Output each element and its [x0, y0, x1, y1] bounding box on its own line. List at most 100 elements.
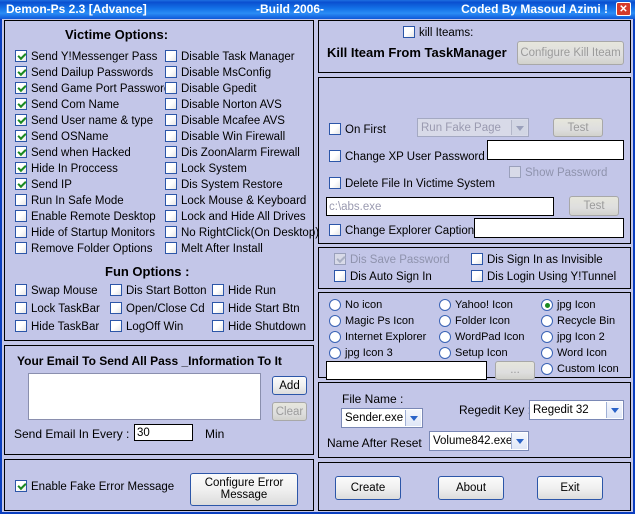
checkbox-box[interactable] — [212, 302, 224, 314]
radio-circle[interactable] — [541, 315, 553, 327]
radio-circle[interactable] — [439, 299, 451, 311]
checkbox-box[interactable] — [165, 50, 177, 62]
radio-recycle-bin[interactable]: Recycle Bin — [541, 315, 615, 330]
checkbox-box[interactable] — [15, 82, 27, 94]
checkbox-box[interactable] — [329, 150, 341, 162]
file-name-select[interactable]: Sender.exe — [341, 408, 423, 428]
radio-jpg-icon-2[interactable]: jpg Icon 2 — [541, 331, 605, 346]
checkbox-box[interactable] — [165, 194, 177, 206]
about-button[interactable]: About — [438, 476, 504, 500]
checkbox-box[interactable] — [212, 320, 224, 332]
checkbox-box[interactable] — [509, 166, 521, 178]
checkbox-swap-mouse[interactable]: Swap Mouse — [15, 284, 97, 299]
checkbox-box[interactable] — [471, 253, 483, 265]
checkbox-box[interactable] — [165, 162, 177, 174]
checkbox-box[interactable] — [15, 178, 27, 190]
checkbox-disable-norton-avs[interactable]: Disable Norton AVS — [165, 98, 282, 113]
radio-circle[interactable] — [329, 315, 341, 327]
checkbox-hide-start-btn[interactable]: Hide Start Btn — [212, 302, 300, 317]
radio-circle[interactable] — [541, 347, 553, 359]
checkbox-box[interactable] — [165, 210, 177, 222]
send-interval-input[interactable]: 30 — [134, 424, 193, 441]
checkbox-box[interactable] — [110, 302, 122, 314]
clear-email-button[interactable]: Clear — [272, 402, 307, 421]
checkbox-box[interactable] — [212, 284, 224, 296]
chevron-down-icon[interactable] — [405, 410, 421, 426]
email-list-input[interactable] — [28, 373, 261, 420]
checkbox-box[interactable] — [15, 242, 27, 254]
checkbox-hide-shutdown[interactable]: Hide Shutdown — [212, 320, 306, 335]
checkbox-disable-mcafee-avs[interactable]: Disable Mcafee AVS — [165, 114, 285, 129]
checkbox-box[interactable] — [15, 302, 27, 314]
checkbox-box[interactable] — [15, 284, 27, 296]
radio-wordpad-icon[interactable]: WordPad Icon — [439, 331, 525, 346]
radio-no-icon[interactable]: No icon — [329, 299, 382, 314]
checkbox-delete-file-in-victime-system[interactable]: Delete File In Victime System — [329, 177, 495, 192]
configure-error-message-button[interactable]: Configure Error Message — [190, 473, 298, 506]
checkbox-hide-run[interactable]: Hide Run — [212, 284, 276, 299]
checkbox-box[interactable] — [15, 210, 27, 222]
checkbox-run-in-safe-mode[interactable]: Run In Safe Mode — [15, 194, 124, 209]
checkbox-disable-task-manager[interactable]: Disable Task Manager — [165, 50, 295, 65]
checkbox-disable-gpedit[interactable]: Disable Gpedit — [165, 82, 256, 97]
checkbox-send-game-port-password[interactable]: Send Game Port Password — [15, 82, 170, 97]
checkbox-send-com-name[interactable]: Send Com Name — [15, 98, 119, 113]
checkbox-send-ip[interactable]: Send IP — [15, 178, 72, 193]
radio-internet-explorer[interactable]: Internet Explorer — [329, 331, 426, 346]
checkbox-dis-login-using-ytunnel[interactable]: Dis Login Using Y!Tunnel — [471, 270, 616, 285]
checkbox-dis-auto-sign-in[interactable]: Dis Auto Sign In — [334, 270, 432, 285]
radio-circle[interactable] — [329, 331, 341, 343]
explorer-caption-input[interactable] — [474, 218, 624, 238]
checkbox-box[interactable] — [329, 224, 341, 236]
checkbox-open-close-cd[interactable]: Open/Close Cd — [110, 302, 205, 317]
checkbox-dis-save-password[interactable]: Dis Save Password — [334, 253, 450, 268]
checkbox-kill-iteams[interactable]: kill Iteams: — [403, 26, 473, 41]
radio-jpg-icon-3[interactable]: jpg Icon 3 — [329, 347, 393, 362]
radio-circle[interactable] — [329, 299, 341, 311]
checkbox-box[interactable] — [15, 98, 27, 110]
checkbox-box[interactable] — [165, 226, 177, 238]
xp-password-input[interactable] — [487, 140, 624, 160]
checkbox-box[interactable] — [15, 226, 27, 238]
checkbox-logoff-win[interactable]: LogOff Win — [110, 320, 183, 335]
checkbox-enable-remote-desktop[interactable]: Enable Remote Desktop — [15, 210, 156, 225]
checkbox-box[interactable] — [165, 146, 177, 158]
add-email-button[interactable]: Add — [272, 376, 307, 395]
checkbox-box[interactable] — [165, 98, 177, 110]
checkbox-dis-start-botton[interactable]: Dis Start Botton — [110, 284, 207, 299]
checkbox-dis-sign-in-as-invisible[interactable]: Dis Sign In as Invisible — [471, 253, 603, 268]
fake-page-select[interactable]: Run Fake Page — [417, 118, 529, 137]
custom-icon-path-input[interactable] — [326, 361, 487, 380]
checkbox-send-dailup-passwords[interactable]: Send Dailup Passwords — [15, 66, 153, 81]
checkbox-box[interactable] — [15, 320, 27, 332]
checkbox-on-first[interactable]: On First — [329, 123, 386, 138]
checkbox-lock-taskbar[interactable]: Lock TaskBar — [15, 302, 100, 317]
checkbox-change-xp-user-password[interactable]: Change XP User Password — [329, 150, 485, 165]
radio-folder-icon[interactable]: Folder Icon — [439, 315, 510, 330]
radio-circle[interactable] — [439, 347, 451, 359]
checkbox-lock-mouse-keyboard[interactable]: Lock Mouse & Keyboard — [165, 194, 306, 209]
checkbox-send-when-hacked[interactable]: Send when Hacked — [15, 146, 131, 161]
checkbox-box[interactable] — [15, 480, 27, 492]
radio-circle[interactable] — [439, 315, 451, 327]
checkbox-box[interactable] — [15, 50, 27, 62]
checkbox-box[interactable] — [15, 114, 27, 126]
radio-circle[interactable] — [541, 363, 553, 375]
radio-word-icon[interactable]: Word Icon — [541, 347, 607, 362]
checkbox-box[interactable] — [15, 130, 27, 142]
browse-custom-icon-button[interactable]: ... — [495, 361, 535, 380]
checkbox-box[interactable] — [334, 253, 346, 265]
checkbox-change-explorer-caption[interactable]: Change Explorer Caption — [329, 224, 474, 239]
checkbox-lock-system[interactable]: Lock System — [165, 162, 247, 177]
checkbox-box[interactable] — [165, 82, 177, 94]
checkbox-send-user-name-type[interactable]: Send User name & type — [15, 114, 153, 129]
test-fake-page-button[interactable]: Test — [553, 118, 603, 137]
checkbox-box[interactable] — [329, 123, 341, 135]
close-icon[interactable]: ✕ — [616, 2, 631, 16]
checkbox-no-rightclick-on-desktop[interactable]: No RightClick(On Desktop) — [165, 226, 319, 241]
radio-circle[interactable] — [541, 299, 553, 311]
radio-custom-icon[interactable]: Custom Icon — [541, 363, 619, 378]
checkbox-box[interactable] — [403, 26, 415, 38]
delete-file-path-input[interactable]: c:\abs.exe — [326, 197, 554, 216]
checkbox-box[interactable] — [15, 146, 27, 158]
